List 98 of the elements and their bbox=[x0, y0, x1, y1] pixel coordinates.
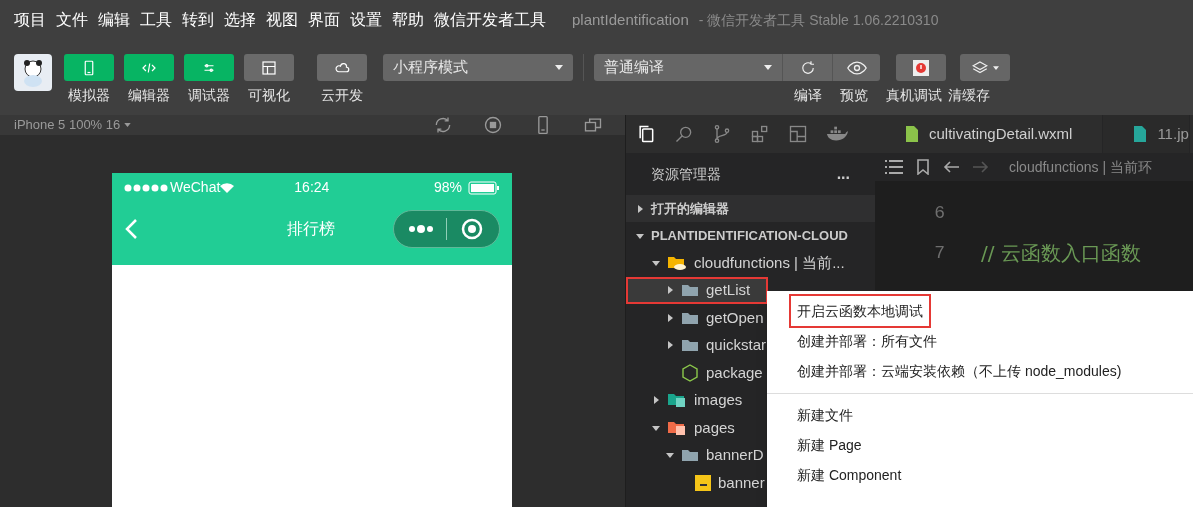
blocks-icon[interactable] bbox=[750, 124, 770, 144]
clock-text: 16:24 bbox=[294, 178, 330, 197]
menu-item[interactable]: 文件 bbox=[56, 8, 88, 32]
panel-label: 云开发 bbox=[321, 86, 363, 105]
layout-icon[interactable] bbox=[788, 124, 808, 144]
folder-image-icon bbox=[667, 392, 687, 409]
panel-toggle-button[interactable] bbox=[184, 54, 234, 81]
avatar-drawing[interactable] bbox=[14, 54, 52, 91]
caret-right-icon[interactable] bbox=[652, 396, 660, 405]
menu-item[interactable]: 工具 bbox=[140, 8, 172, 32]
caret-down-icon[interactable] bbox=[636, 231, 644, 240]
caret-down-icon bbox=[124, 123, 132, 127]
list-icon[interactable] bbox=[885, 160, 903, 174]
section-header[interactable]: 打开的编辑器 bbox=[626, 195, 875, 222]
search-icon[interactable] bbox=[674, 124, 694, 144]
layout-icon bbox=[260, 58, 278, 77]
menu-item[interactable]: 选择 bbox=[224, 8, 256, 32]
folder-icon bbox=[681, 283, 699, 298]
action-label: 编译 bbox=[794, 86, 822, 105]
bookmark-icon[interactable] bbox=[917, 159, 929, 175]
menu-item[interactable]: 视图 bbox=[266, 8, 298, 32]
caret-down-icon[interactable] bbox=[652, 423, 660, 432]
page-title: 排行榜 bbox=[287, 219, 335, 239]
battery-text: 98% bbox=[433, 178, 462, 197]
panel-toggle-button[interactable] bbox=[317, 54, 367, 81]
debug-button[interactable] bbox=[896, 54, 946, 81]
caret-down-icon[interactable] bbox=[652, 258, 660, 267]
wifi-icon bbox=[220, 182, 235, 193]
folder-code-icon bbox=[667, 419, 687, 436]
menu-item[interactable]: 编辑 bbox=[98, 8, 130, 32]
device-select[interactable]: iPhone 5 100% 16 bbox=[14, 115, 132, 135]
code-file-icon bbox=[905, 125, 919, 143]
line-number: 7 bbox=[933, 241, 946, 265]
compile-select[interactable]: 普通编译 bbox=[594, 54, 782, 81]
cache-button[interactable] bbox=[960, 54, 1010, 81]
panel-toggle-button[interactable] bbox=[244, 54, 294, 81]
menu-item[interactable]: 项目 bbox=[14, 8, 46, 32]
folder-icon bbox=[681, 338, 699, 353]
target-icon bbox=[461, 218, 483, 240]
eye-icon bbox=[846, 60, 867, 75]
caret-right-icon[interactable] bbox=[666, 286, 674, 295]
folder-icon bbox=[681, 448, 699, 463]
action-label: 真机调试 bbox=[886, 86, 942, 105]
caret-down-icon bbox=[993, 65, 999, 70]
caret-right-icon[interactable] bbox=[666, 313, 674, 322]
panel-toggle-button[interactable] bbox=[64, 54, 114, 81]
caret-right-icon[interactable] bbox=[666, 341, 674, 350]
menu-item[interactable]: 帮助 bbox=[392, 8, 424, 32]
window-title: plantIdentification bbox=[572, 9, 689, 30]
tree-item[interactable]: getList bbox=[626, 276, 768, 304]
tree-item[interactable]: cloudfunctions | 当前... bbox=[626, 249, 875, 277]
hexagon-js-icon bbox=[681, 363, 699, 382]
signal-dots-icon bbox=[124, 183, 168, 192]
menu-option[interactable]: 开启云函数本地调试 bbox=[791, 296, 929, 326]
panel-label: 模拟器 bbox=[68, 86, 110, 105]
panel-label: 可视化 bbox=[248, 86, 290, 105]
window-subtitle: - 微信开发者工具 Stable 1.06.2210310 bbox=[698, 10, 939, 30]
panel-label: 编辑器 bbox=[128, 86, 170, 105]
js-file-icon bbox=[695, 474, 711, 491]
caret-right-icon[interactable] bbox=[636, 204, 644, 213]
menu-item[interactable]: 设置 bbox=[350, 8, 382, 32]
menu-option[interactable]: 新建 Page bbox=[791, 430, 868, 460]
branch-icon[interactable] bbox=[712, 124, 732, 144]
caret-down-icon bbox=[555, 65, 563, 70]
arrow-right-icon[interactable] bbox=[973, 161, 989, 173]
menu-option[interactable]: 新建 Component bbox=[791, 460, 908, 490]
action-label: 预览 bbox=[840, 86, 868, 105]
caret-down-icon[interactable] bbox=[666, 451, 674, 460]
line-number: 6 bbox=[933, 201, 946, 225]
menu-option[interactable]: 创建并部署：云端安装依赖（不上传 node_modules) bbox=[791, 356, 1128, 386]
arrow-left-icon[interactable] bbox=[943, 161, 959, 173]
menu-item[interactable]: 微信开发者工具 bbox=[434, 8, 546, 32]
alert-icon bbox=[913, 59, 929, 76]
carrier-text: WeChat bbox=[170, 178, 221, 197]
battery-icon bbox=[468, 180, 500, 195]
caret-down-icon bbox=[764, 65, 772, 70]
folder-cloud-icon bbox=[667, 254, 687, 271]
more-button[interactable]: ... bbox=[836, 162, 850, 186]
more-icon bbox=[408, 225, 434, 233]
menu-option[interactable]: 新建文件 bbox=[791, 400, 859, 430]
whale-icon[interactable] bbox=[826, 126, 848, 142]
capsule-control[interactable] bbox=[393, 210, 500, 248]
menu-item[interactable]: 界面 bbox=[308, 8, 340, 32]
menu-item[interactable]: 转到 bbox=[182, 8, 214, 32]
panel-toggle-button[interactable] bbox=[124, 54, 174, 81]
section-header[interactable]: PLANTIDENTIFICATION-CLOUD bbox=[626, 222, 875, 249]
folder-icon bbox=[681, 310, 699, 325]
mode-select[interactable]: 小程序模式 bbox=[383, 54, 573, 81]
rotate-icon[interactable] bbox=[433, 115, 453, 135]
code-line: // 云函数入口函数 bbox=[981, 240, 1141, 267]
menu-option[interactable]: 创建并部署：所有文件 bbox=[791, 326, 943, 356]
files-icon[interactable] bbox=[636, 124, 656, 144]
action-label: 清缓存 bbox=[948, 86, 990, 105]
panel-label: 调试器 bbox=[188, 86, 230, 105]
stop-icon[interactable] bbox=[483, 115, 503, 135]
panel-title: 资源管理器 bbox=[651, 164, 721, 184]
image-file-icon bbox=[1133, 125, 1148, 143]
layers-icon bbox=[971, 59, 989, 76]
